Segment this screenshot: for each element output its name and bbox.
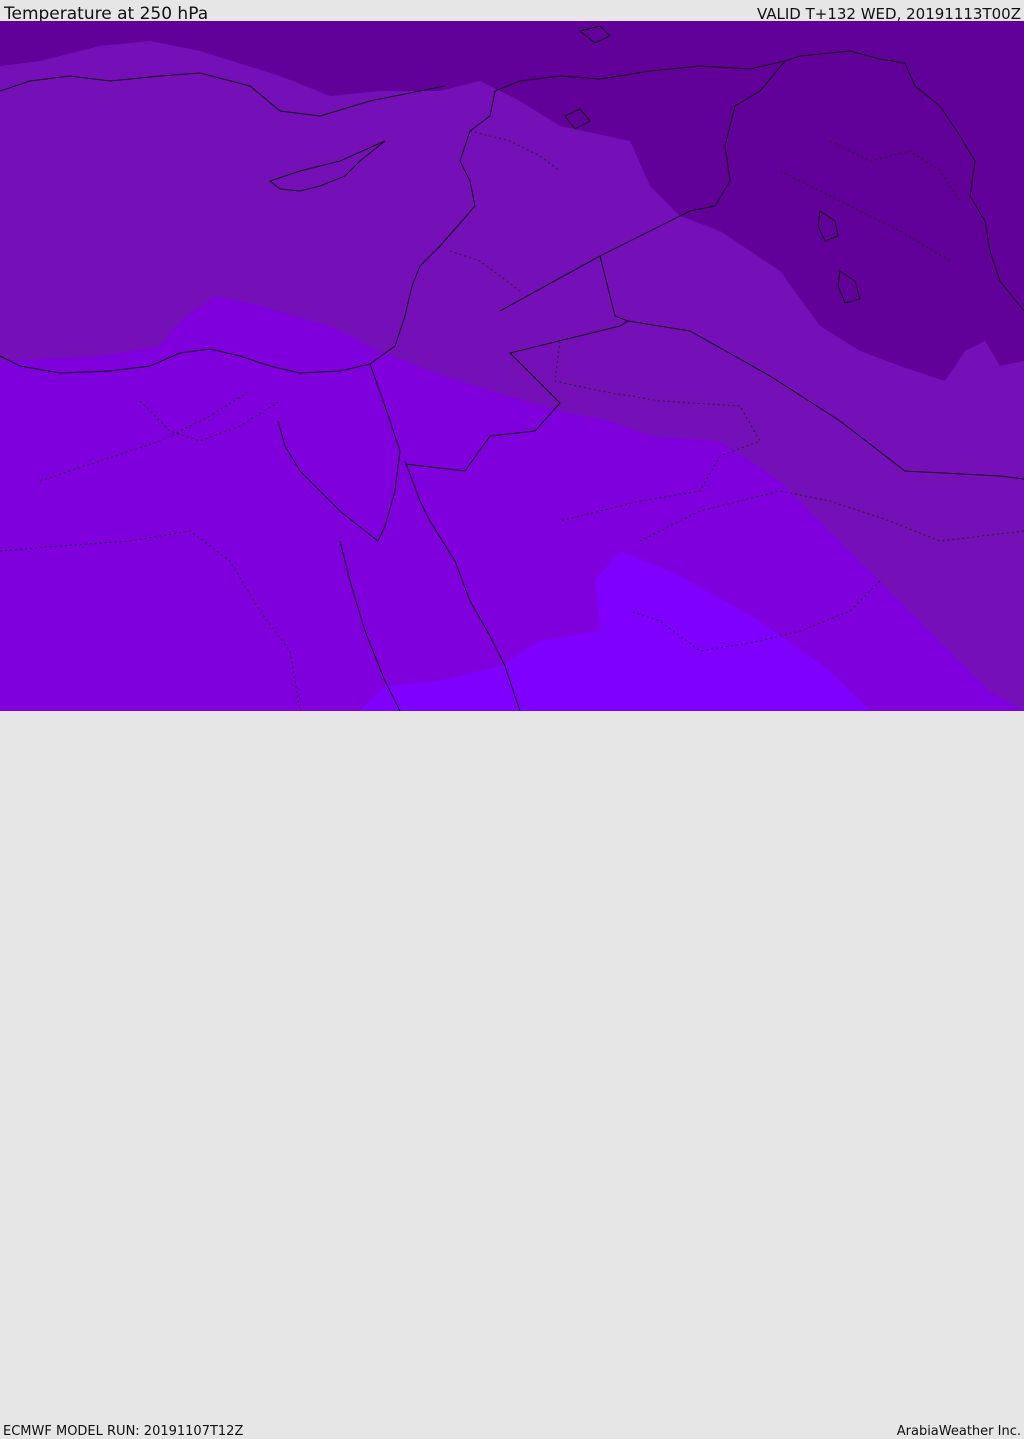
credit: ArabiaWeather Inc. bbox=[896, 1424, 1021, 1439]
temperature-map bbox=[0, 21, 1024, 711]
header-bar: Temperature at 250 hPa VALID T+132 WED, … bbox=[0, 0, 1024, 24]
model-run: ECMWF MODEL RUN: 20191107T12Z bbox=[3, 1424, 244, 1439]
footer-bar: ECMWF MODEL RUN: 20191107T12Z ArabiaWeat… bbox=[0, 711, 1024, 1439]
